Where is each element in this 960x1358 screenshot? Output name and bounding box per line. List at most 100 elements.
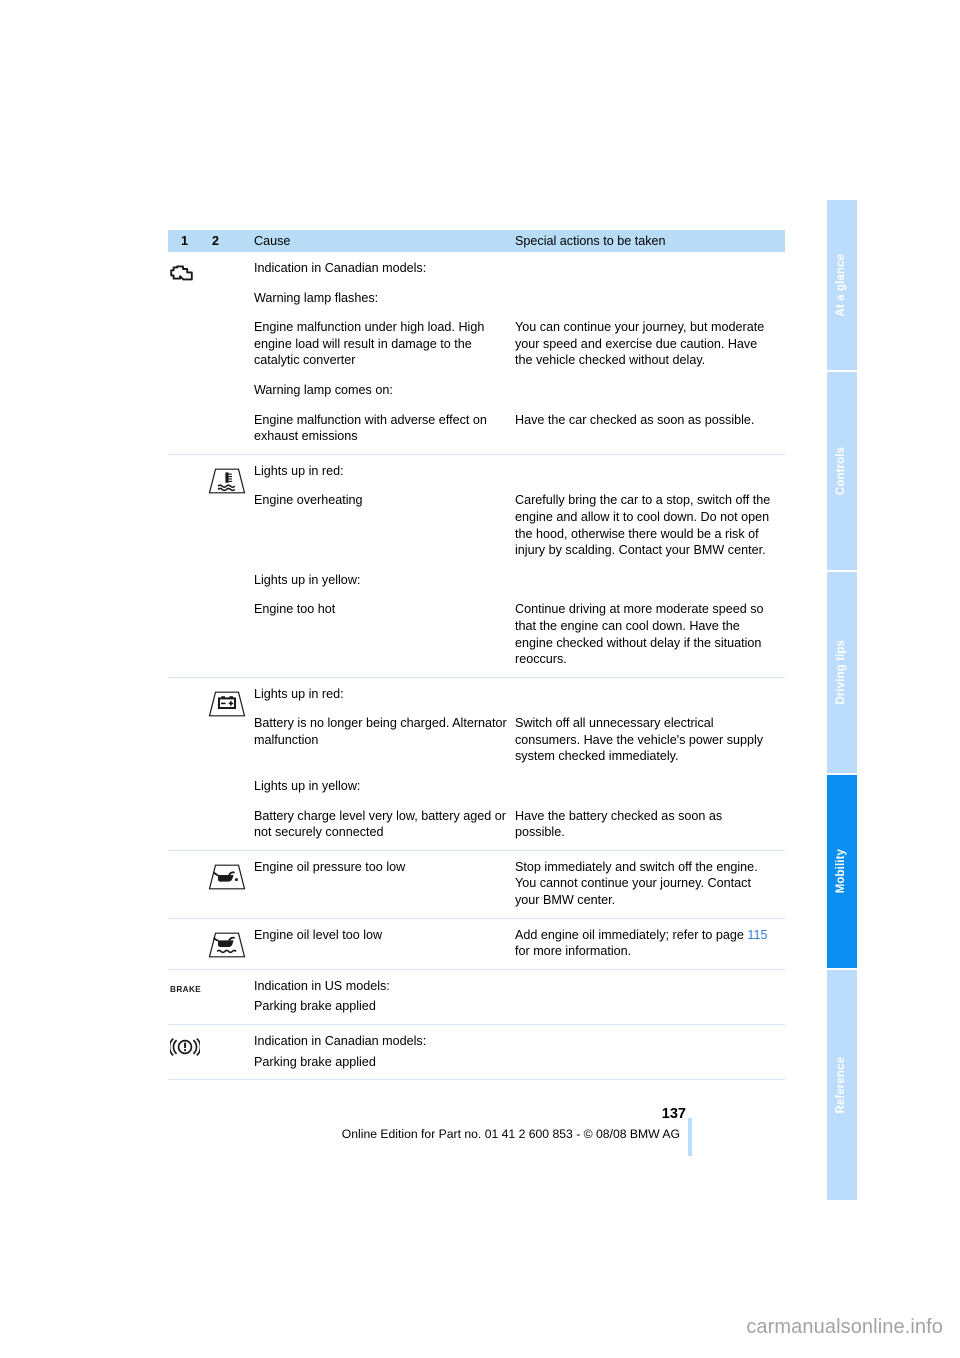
cause-action-block: Lights up in yellow: (254, 778, 785, 795)
table-header-action: Special actions to be taken (515, 234, 666, 248)
sidebar-tab-label: Mobility (835, 849, 848, 894)
footer-accent-bar (688, 1118, 692, 1156)
action-text (515, 978, 772, 995)
action-text: Carefully bring the car to a stop, switc… (515, 493, 771, 558)
cause-text: Battery charge level very low, battery a… (254, 808, 507, 840)
site-watermark: carmanualsonline.info (746, 1316, 943, 1338)
table-row: BRAKE Indication in US models: Parking b… (168, 970, 785, 1025)
action-text (515, 382, 772, 399)
sidebar-tab-label: Controls (835, 446, 848, 496)
battery-charge-icon-cell (168, 686, 254, 841)
coolant-temperature-icon-cell (168, 463, 254, 668)
action-text-prefix: Add engine oil immediately; refer to pag… (515, 927, 748, 942)
coolant-temperature-content: Lights up in red: Engine overheating Car… (254, 463, 785, 668)
cause-text: Warning lamp comes on: (254, 382, 393, 397)
cause-action-block: Engine oil pressure too low Stop immedia… (254, 859, 785, 909)
action-text (515, 463, 772, 480)
cause-action-block: Lights up in red: (254, 463, 785, 480)
cause-text: Indication in Canadian models: (254, 1034, 427, 1048)
battery-charge-icon (208, 691, 246, 717)
action-text (515, 572, 772, 589)
check-engine-content: Indication in Canadian models: Warning l… (254, 260, 785, 445)
action-text: Have the car checked as soon as possible… (515, 412, 755, 427)
sidebar-tab-controls[interactable]: Controls (827, 372, 857, 572)
cause-action-block: Warning lamp comes on: (254, 382, 785, 399)
action-text (515, 1033, 772, 1050)
action-text (515, 686, 772, 703)
cause-action-block: Engine malfunction under high load. High… (254, 319, 785, 369)
cause-action-block: Engine too hot Continue driving at more … (254, 601, 785, 667)
action-text: Stop immediately and switch off the engi… (515, 859, 758, 908)
table-header-cause: Cause (254, 234, 291, 248)
sidebar-tab-at-a-glance[interactable]: At a glance (827, 200, 857, 372)
action-text-suffix: for more information. (515, 944, 632, 959)
brake-us-content: Indication in US models: Parking brake a… (254, 978, 785, 1015)
action-text (515, 1054, 772, 1071)
cause-text: Lights up in red: (254, 686, 344, 701)
table-header-row: 1 2 Cause Special actions to be taken (168, 230, 785, 252)
cause-action-block: Engine oil level too low Add engine oil … (254, 927, 785, 960)
action-text (515, 998, 772, 1015)
cause-text: Lights up in yellow: (254, 779, 361, 794)
sidebar-tab-mobility[interactable]: Mobility (827, 775, 857, 970)
page-reference-link[interactable]: 115 (747, 928, 767, 942)
action-text (515, 778, 772, 795)
cause-action-block: Warning lamp flashes: (254, 290, 785, 307)
table-row: Lights up in red: Engine overheating Car… (168, 455, 785, 678)
oil-level-icon-cell (168, 927, 254, 960)
parking-brake-icon (170, 1037, 200, 1057)
table-row: Indication in Canadian models: Warning l… (168, 252, 785, 455)
cause-text: Indication in Canadian models: (254, 261, 427, 275)
oil-pressure-icon (208, 864, 246, 890)
cause-text: Warning lamp flashes: (254, 290, 379, 305)
brake-text-icon: BRAKE (170, 984, 202, 994)
footer-edition-note: Online Edition for Part no. 01 41 2 600 … (341, 1127, 680, 1141)
table-header-col-2: 2 (212, 234, 220, 248)
oil-pressure-icon-cell (168, 859, 254, 909)
cause-action-block: Indication in US models: (254, 978, 785, 995)
action-text: You can continue your journey, but moder… (515, 320, 765, 368)
cause-text: Battery is no longer being charged. Alte… (254, 716, 507, 747)
action-text (515, 260, 772, 277)
cause-text: Engine oil pressure too low (254, 859, 406, 874)
table-row: Engine oil level too low Add engine oil … (168, 919, 785, 970)
cause-action-block: Indication in Canadian models: (254, 1033, 785, 1050)
sidebar-tab-driving-tips[interactable]: Driving tips (827, 572, 857, 775)
cause-action-block: Parking brake applied (254, 1054, 785, 1071)
check-engine-icon (170, 265, 193, 281)
cause-text: Lights up in red: (254, 463, 344, 478)
table-header-col-1: 1 (181, 234, 189, 248)
brake-canadian-content: Indication in Canadian models: Parking b… (254, 1033, 785, 1070)
table-row: Indication in Canadian models: Parking b… (168, 1025, 785, 1081)
sidebar-tab-reference[interactable]: Reference (827, 970, 857, 1200)
battery-charge-content: Lights up in red: Battery is no longer b… (254, 686, 785, 841)
cause-action-block: Battery charge level very low, battery a… (254, 808, 785, 841)
cause-action-block: Engine overheating Carefully bring the c… (254, 492, 785, 558)
oil-level-icon (208, 932, 246, 958)
brake-text-icon-cell: BRAKE (168, 978, 254, 1015)
action-text: Continue driving at more moderate speed … (515, 602, 764, 667)
sidebar-tab-label: Driving tips (835, 640, 848, 705)
check-engine-icon-cell (168, 260, 254, 445)
warning-lamps-table: 1 2 Cause Special actions to be taken In… (168, 230, 785, 1081)
cause-action-block: Lights up in red: (254, 686, 785, 703)
cause-action-block: Parking brake applied (254, 998, 785, 1015)
action-text: Have the battery checked as soon as poss… (515, 808, 723, 840)
table-row: Engine oil pressure too low Stop immedia… (168, 851, 785, 919)
cause-text: Engine malfunction with adverse effect o… (254, 412, 487, 444)
cause-text: Parking brake applied (254, 999, 376, 1014)
parking-brake-icon-cell (168, 1033, 254, 1070)
cause-text: Engine too hot (254, 602, 336, 617)
side-navigation: At a glance Controls Driving tips Mobili… (827, 200, 857, 1200)
oil-level-content: Engine oil level too low Add engine oil … (254, 927, 785, 960)
cause-action-block: Battery is no longer being charged. Alte… (254, 715, 785, 765)
action-text: Add engine oil immediately; refer to pag… (515, 927, 772, 960)
action-text (515, 290, 772, 307)
cause-action-block: Engine malfunction with adverse effect o… (254, 412, 785, 445)
cause-text: Engine overheating (254, 493, 363, 508)
sidebar-tab-label: Reference (835, 1056, 848, 1114)
cause-text: Indication in US models: (254, 978, 390, 993)
page-number: 137 (661, 1106, 686, 1122)
cause-text: Engine oil level too low (254, 927, 383, 942)
cause-text: Parking brake applied (254, 1054, 376, 1069)
